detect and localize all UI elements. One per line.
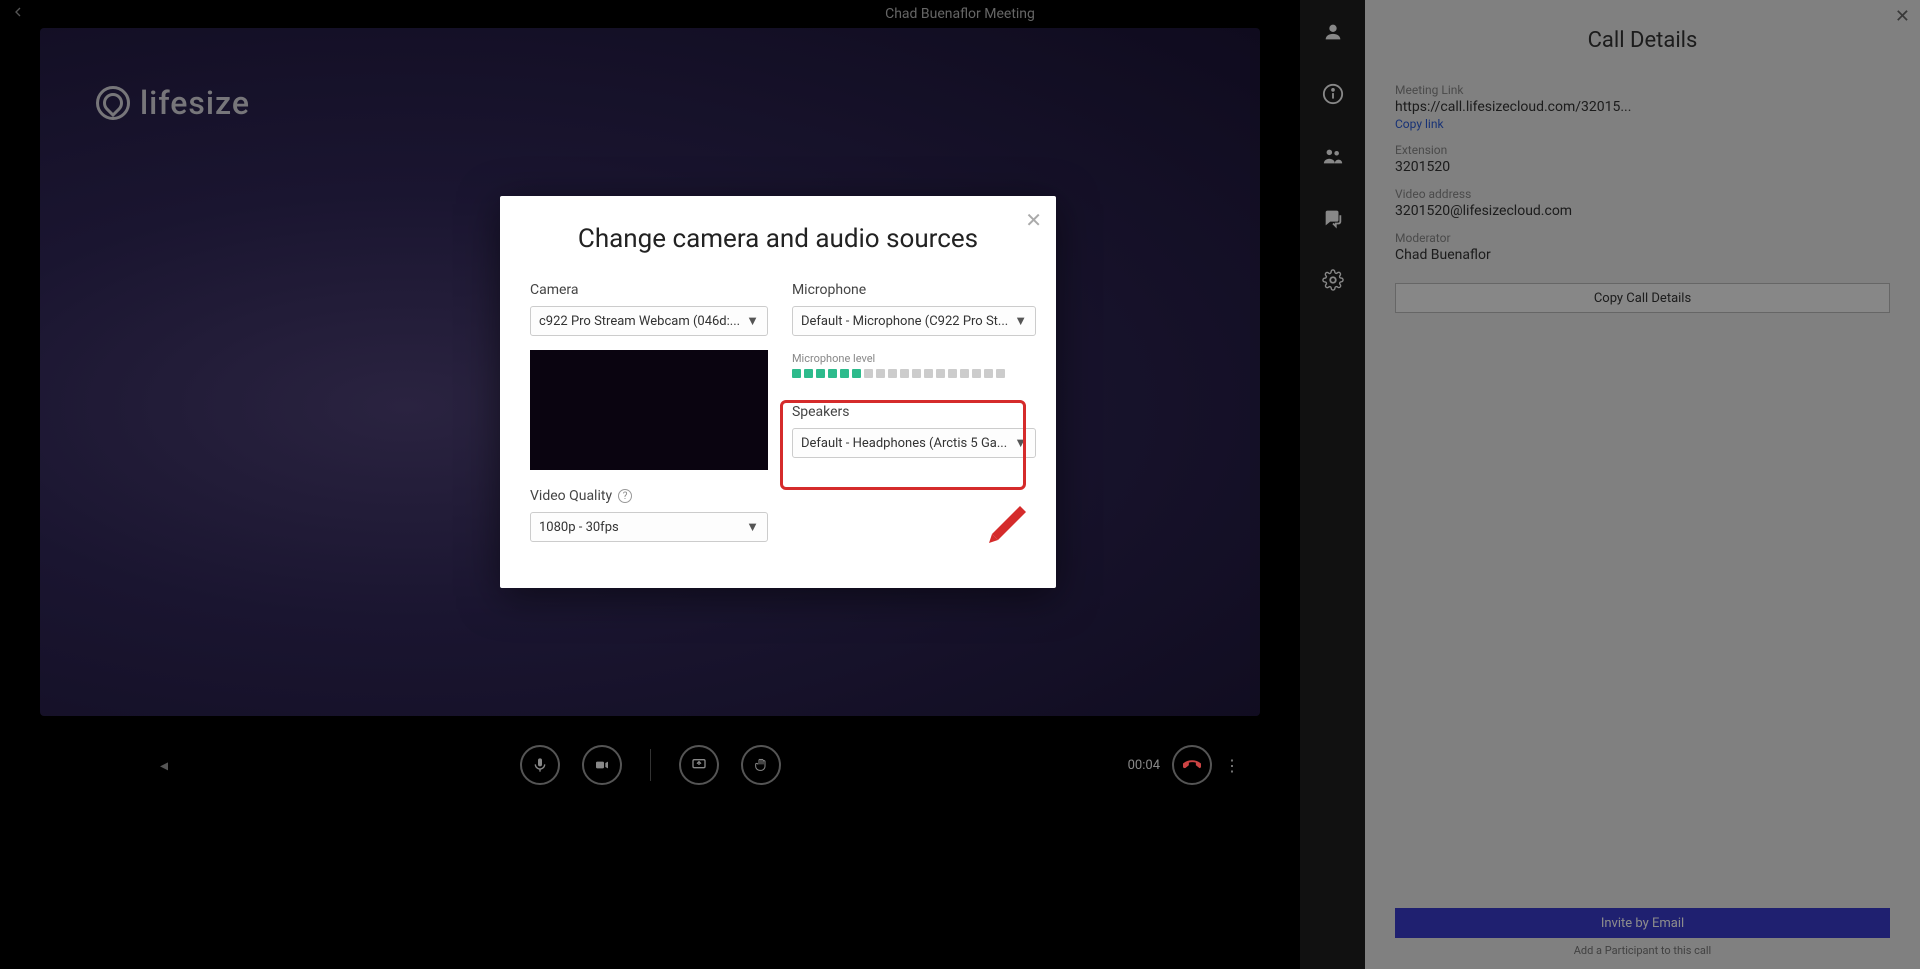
- back-button[interactable]: [10, 4, 26, 24]
- mic-level-bar: [792, 369, 801, 378]
- modal-close-button[interactable]: ✕: [1025, 208, 1042, 232]
- tab-settings[interactable]: [1319, 266, 1347, 294]
- call-controls: ◂ 00:04 ⋮: [0, 720, 1300, 810]
- mic-level-bar: [936, 369, 945, 378]
- footer-note: Add a Participant to this call: [1395, 944, 1890, 957]
- camera-select[interactable]: c922 Pro Stream Webcam (046d:... ▼: [530, 306, 768, 336]
- sources-modal: ✕ Change camera and audio sources Camera…: [500, 196, 1056, 588]
- speakers-value: Default - Headphones (Arctis 5 Ga...: [801, 436, 1008, 451]
- layout-toggle[interactable]: ◂: [160, 756, 168, 775]
- close-panel-button[interactable]: ✕: [1895, 6, 1910, 27]
- video-address-label: Video address: [1395, 187, 1890, 201]
- mic-level-bar: [960, 369, 969, 378]
- mic-level-bar: [864, 369, 873, 378]
- mic-level-bar: [984, 369, 993, 378]
- modal-title: Change camera and audio sources: [530, 224, 1026, 254]
- mic-level-meter: [792, 369, 1036, 378]
- raise-hand-button[interactable]: [741, 745, 781, 785]
- side-tabstrip: [1300, 0, 1365, 969]
- camera-preview: [530, 350, 768, 470]
- mic-level-bar: [900, 369, 909, 378]
- copy-link-button[interactable]: Copy link: [1395, 117, 1890, 131]
- call-details-panel: ✕ Call Details Meeting Link https://call…: [1365, 0, 1920, 969]
- chevron-down-icon: ▼: [746, 313, 759, 329]
- invite-by-email-button[interactable]: Invite by Email: [1395, 908, 1890, 938]
- mic-level-bar: [924, 369, 933, 378]
- tab-people[interactable]: [1319, 142, 1347, 170]
- microphone-value: Default - Microphone (C922 Pro St...: [801, 314, 1008, 329]
- panel-title: Call Details: [1395, 28, 1890, 53]
- microphone-select[interactable]: Default - Microphone (C922 Pro St... ▼: [792, 306, 1036, 336]
- mic-level-label: Microphone level: [792, 352, 1036, 365]
- more-options-button[interactable]: ⋮: [1224, 756, 1240, 775]
- chevron-down-icon: ▼: [1014, 435, 1027, 451]
- speakers-select[interactable]: Default - Headphones (Arctis 5 Ga... ▼: [792, 428, 1036, 458]
- chevron-down-icon: ▼: [1014, 313, 1027, 329]
- copy-call-details-button[interactable]: Copy Call Details: [1395, 283, 1890, 313]
- share-screen-button[interactable]: [679, 745, 719, 785]
- camera-label: Camera: [530, 282, 768, 298]
- call-timer: 00:04: [1128, 758, 1160, 773]
- tab-participants[interactable]: [1319, 18, 1347, 46]
- divider: [650, 749, 651, 781]
- moderator-value: Chad Buenaflor: [1395, 247, 1890, 263]
- hangup-button[interactable]: [1172, 745, 1212, 785]
- microphone-label: Microphone: [792, 282, 1036, 298]
- mic-level-bar: [948, 369, 957, 378]
- mic-level-bar: [804, 369, 813, 378]
- video-quality-value: 1080p - 30fps: [539, 520, 740, 535]
- logo-text: lifesize: [140, 84, 250, 122]
- mic-level-bar: [972, 369, 981, 378]
- mute-mic-button[interactable]: [520, 745, 560, 785]
- meeting-link-label: Meeting Link: [1395, 83, 1890, 97]
- brand-logo: lifesize: [96, 84, 250, 122]
- mic-level-bar: [876, 369, 885, 378]
- video-quality-label: Video Quality ?: [530, 488, 768, 504]
- mic-level-bar: [852, 369, 861, 378]
- help-icon[interactable]: ?: [618, 489, 632, 503]
- tab-info[interactable]: [1319, 80, 1347, 108]
- mute-camera-button[interactable]: [582, 745, 622, 785]
- meeting-link-value: https://call.lifesizecloud.com/32015...: [1395, 99, 1890, 115]
- tab-chat[interactable]: [1319, 204, 1347, 232]
- video-address-value: 3201520@lifesizecloud.com: [1395, 203, 1890, 219]
- logo-mark-icon: [96, 86, 130, 120]
- camera-select-value: c922 Pro Stream Webcam (046d:...: [539, 314, 740, 329]
- chevron-down-icon: ▼: [746, 519, 759, 535]
- mic-level-bar: [996, 369, 1005, 378]
- extension-value: 3201520: [1395, 159, 1890, 175]
- mic-level-bar: [840, 369, 849, 378]
- speakers-label: Speakers: [792, 404, 1036, 420]
- mic-level-bar: [888, 369, 897, 378]
- moderator-label: Moderator: [1395, 231, 1890, 245]
- mic-level-bar: [912, 369, 921, 378]
- mic-level-bar: [816, 369, 825, 378]
- video-quality-select[interactable]: 1080p - 30fps ▼: [530, 512, 768, 542]
- mic-level-bar: [828, 369, 837, 378]
- extension-label: Extension: [1395, 143, 1890, 157]
